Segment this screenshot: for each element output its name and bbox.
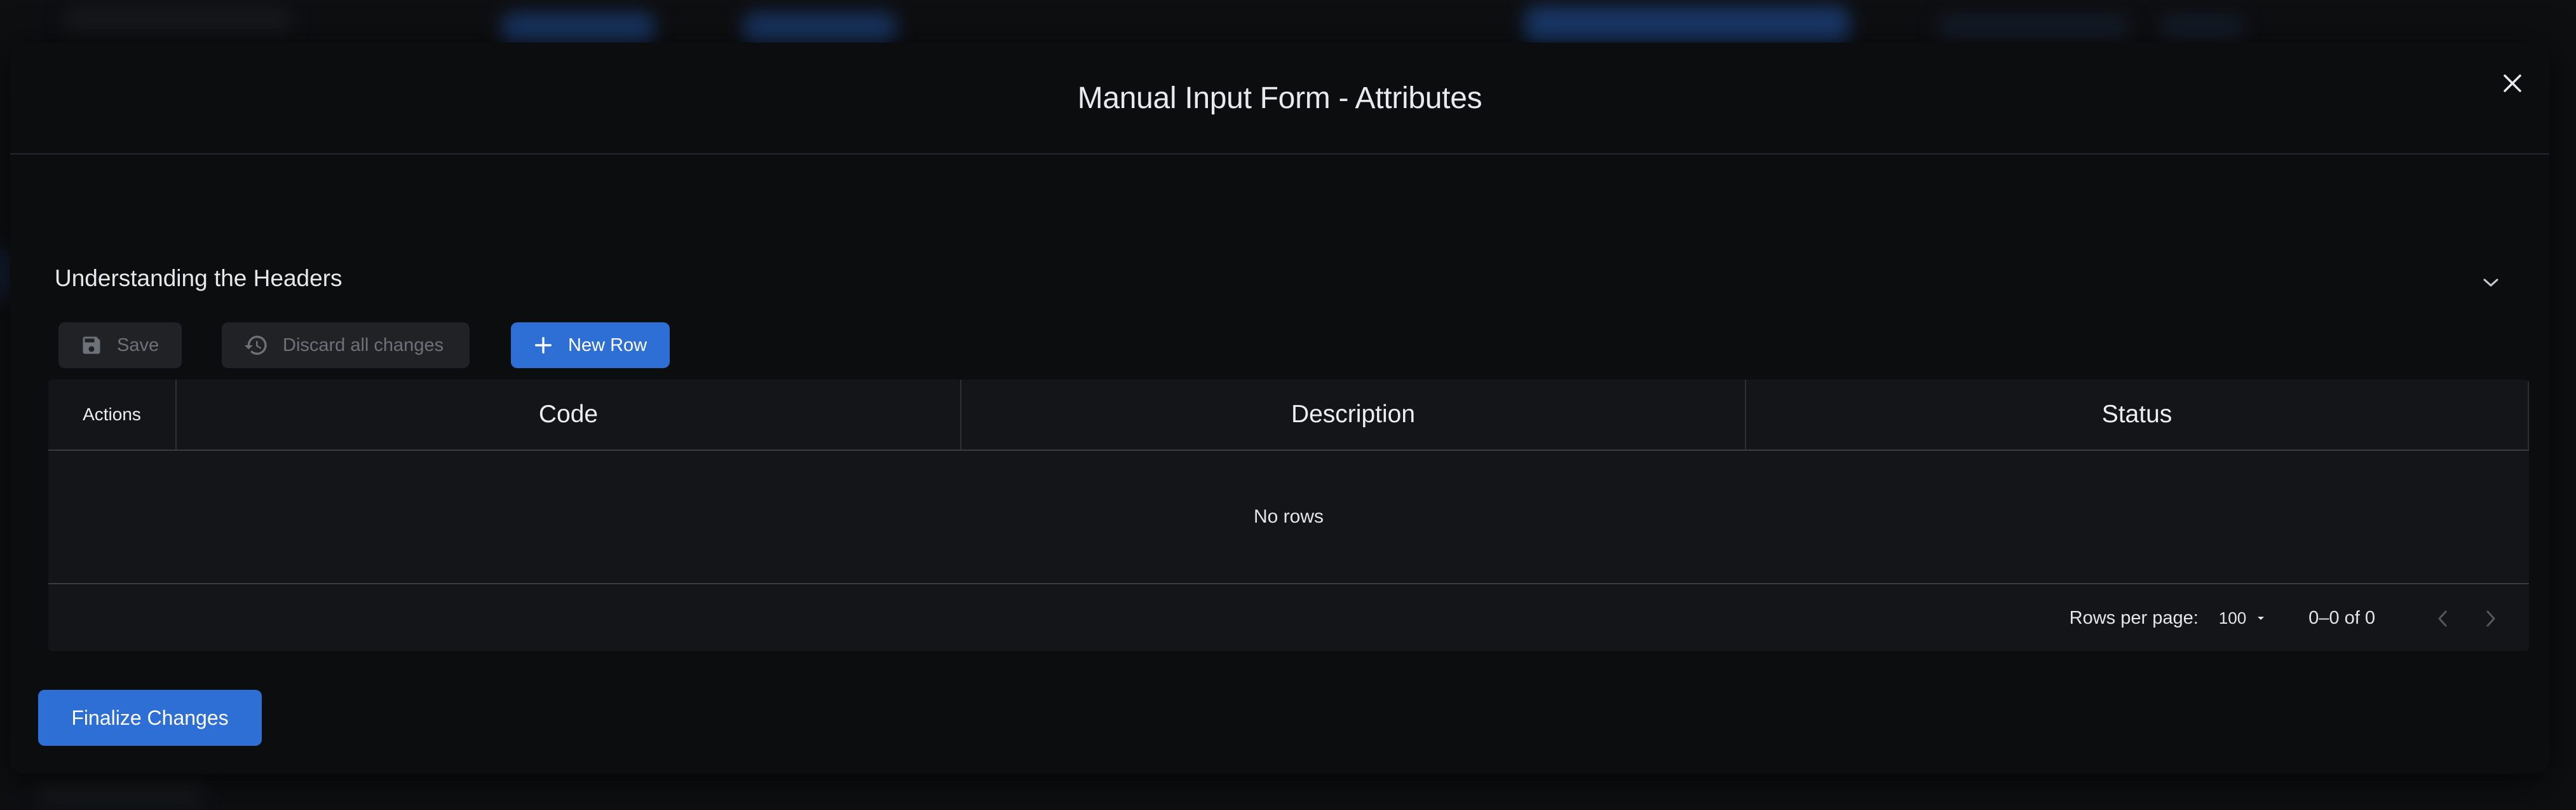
- section-title: Understanding the Headers: [55, 265, 342, 291]
- modal-header: Manual Input Form - Attributes: [10, 43, 2549, 154]
- no-rows-text: No rows: [1253, 506, 1324, 527]
- page-range-text: 0–0 of 0: [2308, 608, 2375, 628]
- caret-down-icon: [2258, 616, 2265, 620]
- history-icon: [244, 336, 267, 355]
- save-icon: [83, 336, 100, 354]
- chevron-down-icon: [2483, 278, 2498, 287]
- close-icon: [2504, 74, 2521, 92]
- new-row-button[interactable]: New Row: [511, 322, 670, 368]
- plus-icon: [534, 336, 552, 354]
- column-header-description[interactable]: Description: [960, 380, 1745, 450]
- rows-per-page-select[interactable]: 100: [2219, 608, 2265, 628]
- manual-input-modal: Manual Input Form - Attributes Understan…: [10, 43, 2549, 774]
- chevron-left-icon: [2438, 610, 2447, 626]
- rows-per-page-value: 100: [2218, 608, 2247, 628]
- column-header-actions[interactable]: Actions: [48, 380, 175, 450]
- modal-title: Manual Input Form - Attributes: [1077, 81, 1482, 115]
- data-grid: Actions Code Description Status No rows …: [48, 380, 2529, 651]
- discard-label: Discard all changes: [283, 334, 444, 355]
- grid-header-row: Actions Code Description Status: [48, 380, 2529, 451]
- column-header-code[interactable]: Code: [175, 380, 960, 450]
- chevron-right-icon: [2486, 610, 2495, 626]
- finalize-changes-button[interactable]: Finalize Changes: [38, 690, 262, 746]
- new-row-label: New Row: [568, 334, 647, 355]
- close-button[interactable]: [2492, 63, 2533, 104]
- grid-empty-state: No rows: [48, 451, 2529, 584]
- grid-pagination: Rows per page: 100 0–0 of 0: [48, 586, 2529, 651]
- rows-per-page-label: Rows per page:: [2069, 608, 2199, 628]
- save-label: Save: [117, 334, 159, 355]
- previous-page-button[interactable]: [2423, 600, 2462, 638]
- next-page-button[interactable]: [2472, 600, 2510, 638]
- column-header-status[interactable]: Status: [1745, 380, 2529, 450]
- collapse-section-button[interactable]: [2473, 265, 2509, 301]
- discard-changes-button[interactable]: Discard all changes: [222, 322, 470, 368]
- save-button[interactable]: Save: [58, 322, 182, 368]
